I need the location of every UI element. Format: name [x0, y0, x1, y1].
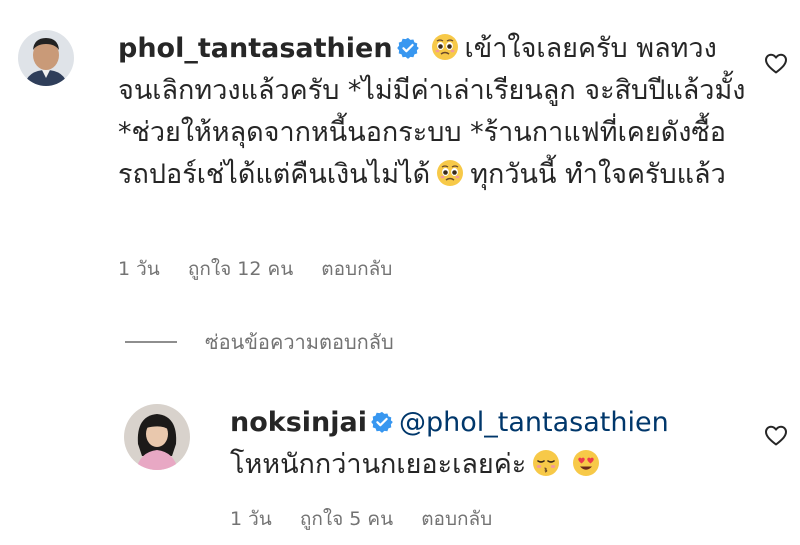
- comment-reply-button[interactable]: ตอบกลับ: [321, 258, 392, 280]
- reply-body: noksinjai @phol_tantasathien โหหนักกว่านกเ…: [230, 402, 750, 486]
- avatar-phol[interactable]: [18, 30, 74, 86]
- reply-text: โหหนักกว่านกเยอะเลยค่ะ: [230, 449, 527, 480]
- like-comment-heart-icon[interactable]: [764, 52, 790, 76]
- comment-likes-count[interactable]: ถูกใจ 12 คน: [188, 258, 293, 280]
- divider-line: [125, 341, 177, 343]
- like-reply-heart-icon[interactable]: [764, 424, 790, 448]
- hide-replies-button[interactable]: ซ่อนข้อความตอบกลับ: [125, 326, 394, 358]
- verified-badge-icon: [396, 37, 419, 59]
- mention-link[interactable]: @phol_tantasathien: [399, 407, 669, 438]
- pleading-face-emoji: [431, 33, 459, 61]
- reply-time: 1 วัน: [230, 508, 272, 530]
- comment-meta: 1 วัน ถูกใจ 12 คน ตอบกลับ: [118, 254, 414, 284]
- comment-text-part2: ทุกวันนี้ ทำใจครับแล้ว: [470, 159, 726, 190]
- comment-time: 1 วัน: [118, 258, 160, 280]
- reply-likes-count[interactable]: ถูกใจ 5 คน: [300, 508, 393, 530]
- reply-username[interactable]: noksinjai: [230, 407, 367, 438]
- avatar-noksinjai[interactable]: [124, 404, 190, 470]
- reply-meta: 1 วัน ถูกใจ 5 คน ตอบกลับ: [230, 504, 514, 534]
- reply-reply-button[interactable]: ตอบกลับ: [421, 508, 492, 530]
- kissing-face-emoji: [532, 449, 560, 477]
- heart-eyes-emoji: [572, 449, 600, 477]
- pleading-face-emoji: [436, 159, 464, 187]
- verified-badge-icon: [371, 411, 393, 433]
- comment-body: phol_tantasathien เข้าใจเลยครับ พลทวง จนเ…: [118, 28, 748, 196]
- comment-username[interactable]: phol_tantasathien: [118, 33, 393, 64]
- hide-replies-label: ซ่อนข้อความตอบกลับ: [205, 330, 394, 354]
